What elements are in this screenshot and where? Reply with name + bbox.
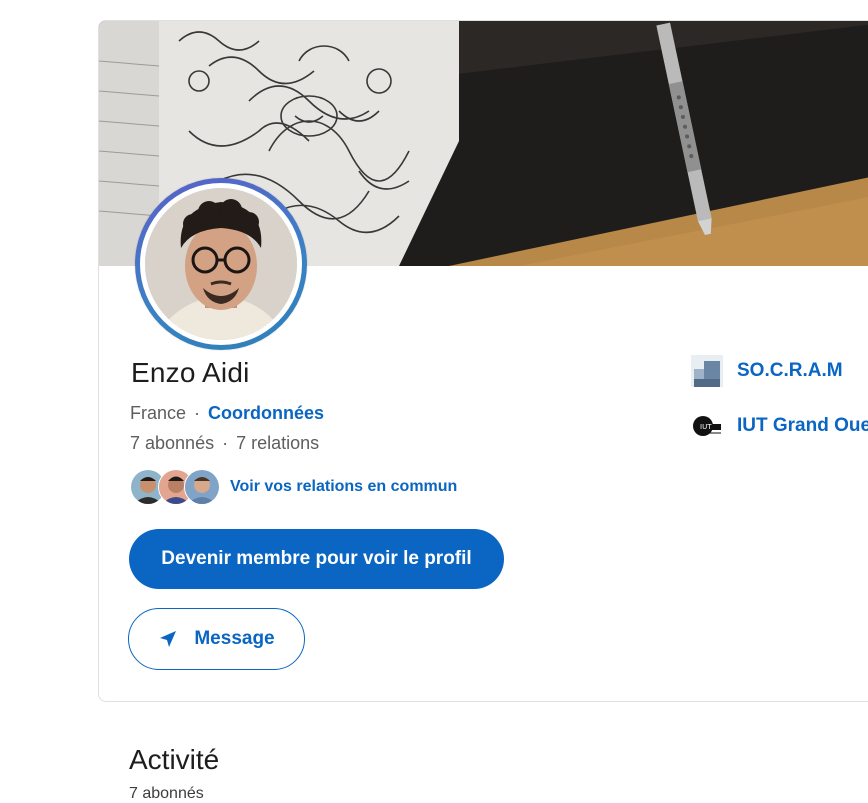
- send-icon: [158, 629, 178, 649]
- separator-dot: ·: [194, 403, 201, 423]
- message-button[interactable]: Message: [128, 608, 305, 670]
- profile-card: Enzo Aidi France · Coordonnées 7 abonnés · 7…: [98, 20, 868, 702]
- mutual-avatars: [130, 469, 222, 505]
- org-item-school[interactable]: IUT IUT Grand Oue: [691, 410, 868, 442]
- separator-dot: ·: [222, 433, 229, 453]
- experience-education-list: SO.C.R.A.M IUT IUT Grand Oue: [691, 355, 868, 465]
- connections-count: 7 relations: [236, 433, 320, 453]
- company-logo-icon: [691, 355, 723, 387]
- contact-info-link[interactable]: Coordonnées: [208, 403, 324, 423]
- org-name: IUT Grand Oue: [737, 415, 868, 436]
- activity-followers: 7 abonnés: [129, 785, 204, 802]
- profile-name: Enzo Aidi: [131, 357, 250, 388]
- activity-heading: Activité: [129, 744, 220, 775]
- followers-count: 7 abonnés: [130, 433, 215, 453]
- org-name: SO.C.R.A.M: [737, 360, 843, 381]
- svg-text:IUT: IUT: [700, 423, 712, 431]
- location-text: France: [130, 403, 187, 423]
- school-logo-icon: IUT: [691, 410, 723, 442]
- stats-row: 7 abonnés · 7 relations: [130, 433, 319, 454]
- mutual-connections-link[interactable]: Voir vos relations en commun: [230, 478, 457, 496]
- join-to-view-button[interactable]: Devenir membre pour voir le profil: [129, 529, 504, 589]
- avatar: [184, 469, 220, 505]
- profile-avatar[interactable]: [135, 178, 307, 350]
- location-row: France · Coordonnées: [130, 403, 324, 424]
- message-button-label: Message: [194, 628, 275, 649]
- org-item-company[interactable]: SO.C.R.A.M: [691, 355, 868, 387]
- mutual-connections[interactable]: Voir vos relations en commun: [130, 469, 457, 505]
- avatar-photo: [145, 188, 297, 340]
